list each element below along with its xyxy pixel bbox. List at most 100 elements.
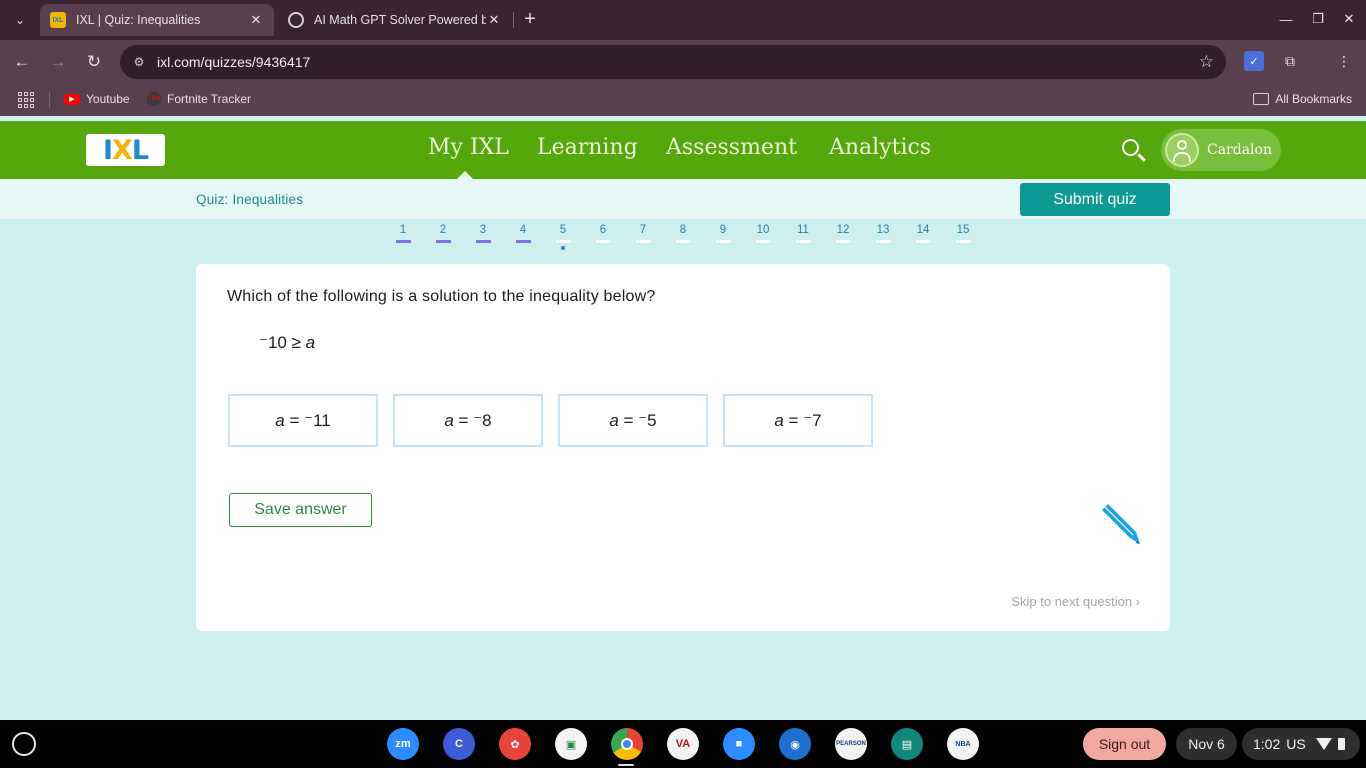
all-bookmarks[interactable]: All Bookmarks [1253, 92, 1352, 106]
question-progress-bar [915, 240, 931, 243]
c-app-icon[interactable]: C [443, 728, 475, 760]
question-progress-bar [515, 240, 531, 243]
quiz-title: Quiz: Inequalities [196, 192, 304, 207]
all-bookmarks-label: All Bookmarks [1275, 92, 1352, 106]
question-text: Which of the following is a solution to … [227, 288, 656, 305]
question-progress-bar [555, 240, 571, 243]
question-number-label: 10 [756, 224, 770, 236]
reload-icon[interactable]: ↻ [83, 51, 105, 73]
option-value: = ⁻7 [783, 410, 822, 430]
question-number-10[interactable]: 10 [743, 224, 783, 243]
extensions-puzzle-icon[interactable]: ⧉ [1280, 51, 1300, 71]
tab-search-dropdown-icon[interactable]: ⌄ [6, 8, 34, 32]
answer-option-3[interactable]: a = ⁻5 [558, 394, 708, 447]
zoom-app-icon[interactable]: zm [387, 728, 419, 760]
question-number-13[interactable]: 13 [863, 224, 903, 243]
question-number-label: 14 [916, 224, 930, 236]
question-number-6[interactable]: 6 [583, 224, 623, 243]
date-display[interactable]: Nov 6 [1176, 728, 1237, 760]
answer-option-1[interactable]: a = ⁻11 [228, 394, 378, 447]
close-tab-icon[interactable]: ✕ [248, 12, 264, 28]
url-text[interactable]: ixl.com/quizzes/9436417 [157, 54, 310, 70]
site-settings-icon[interactable]: ⚙ [130, 53, 148, 71]
option-variable: a [275, 410, 285, 430]
status-area[interactable]: 1:02 US [1242, 728, 1360, 760]
ixl-logo[interactable]: IXL [86, 134, 165, 166]
submit-quiz-button[interactable]: Submit quiz [1020, 183, 1170, 216]
question-number-11[interactable]: 11 [783, 224, 823, 243]
paint-app-icon[interactable]: ✿ [499, 728, 531, 760]
bookmark-youtube[interactable]: ▶ Youtube [64, 92, 130, 106]
question-number-12[interactable]: 12 [823, 224, 863, 243]
question-progress-bar [955, 240, 971, 243]
question-number-label: 6 [599, 224, 607, 236]
back-arrow-icon[interactable]: ← [11, 51, 33, 73]
bookmark-star-icon[interactable]: ☆ [1199, 52, 1214, 72]
expression-left: ⁻10 ≥ [259, 333, 306, 352]
question-number-label: 3 [479, 224, 487, 236]
pearson-app-icon[interactable]: PEARSON [835, 728, 867, 760]
launcher-icon[interactable] [12, 732, 36, 756]
browser-toolbar: ← → ↻ ⚙ ixl.com/quizzes/9436417 ☆ ✓ ⧉ ⋮ [0, 40, 1366, 84]
bookmarks-bar: ▶ Youtube TRN Fortnite Tracker All Bookm… [0, 84, 1366, 116]
question-number-4[interactable]: 4 [503, 224, 543, 243]
system-shelf: zm C ✿ ▣ VA ■ ◉ PEARSON ▤ NBA Sign out N… [0, 720, 1366, 768]
more-menu-icon[interactable]: ⋮ [1334, 51, 1354, 71]
bookmarks-divider [49, 92, 50, 108]
pencil-icon[interactable] [1098, 502, 1142, 546]
question-number-7[interactable]: 7 [623, 224, 663, 243]
tab-title: AI Math GPT Solver Powered b [314, 13, 486, 27]
question-number-label: 12 [836, 224, 850, 236]
video-camera-app-icon[interactable]: ■ [723, 728, 755, 760]
news-app-icon[interactable]: ▤ [891, 728, 923, 760]
question-number-2[interactable]: 2 [423, 224, 463, 243]
question-number-14[interactable]: 14 [903, 224, 943, 243]
time-display: 1:02 [1253, 736, 1281, 752]
question-number-1[interactable]: 1 [383, 224, 423, 243]
maximize-icon[interactable]: ❐ [1307, 8, 1329, 30]
close-tab-icon[interactable]: ✕ [486, 12, 502, 28]
inequality-expression: ⁻10 ≥ a [259, 333, 315, 353]
chrome-app-icon[interactable] [611, 728, 643, 760]
extension-shield-icon[interactable]: ✓ [1244, 51, 1264, 71]
nba-app-icon[interactable]: NBA [947, 728, 979, 760]
current-question-dot [561, 246, 565, 250]
question-card: Which of the following is a solution to … [196, 264, 1170, 631]
question-number-8[interactable]: 8 [663, 224, 703, 243]
search-icon[interactable] [1120, 137, 1148, 165]
tab-ai-math[interactable]: AI Math GPT Solver Powered b ✕ [278, 4, 512, 36]
user-account-button[interactable]: Cardalon [1161, 129, 1281, 171]
active-nav-pointer [457, 171, 473, 179]
new-tab-plus-icon[interactable]: + [519, 8, 541, 30]
question-progress-bar [835, 240, 851, 243]
nav-learning[interactable]: Learning [537, 135, 638, 160]
close-window-icon[interactable]: ✕ [1338, 8, 1360, 30]
question-number-strip: 1 2 3 4 5 6 7 8 9 10 11 12 13 14 15 [383, 224, 983, 256]
chrome-active-indicator [618, 764, 634, 766]
camera-app-icon[interactable]: ◉ [779, 728, 811, 760]
question-progress-bar [755, 240, 771, 243]
apps-grid-icon[interactable] [18, 92, 34, 108]
option-value: = ⁻8 [453, 410, 492, 430]
bookmark-fortnite-tracker[interactable]: TRN Fortnite Tracker [147, 92, 251, 106]
question-number-5[interactable]: 5 [543, 224, 583, 250]
tab-ixl-quiz[interactable]: IXL IXL | Quiz: Inequalities ✕ [40, 4, 274, 36]
question-number-9[interactable]: 9 [703, 224, 743, 243]
nav-assessment[interactable]: Assessment [666, 135, 797, 160]
answer-option-4[interactable]: a = ⁻7 [723, 394, 873, 447]
minimize-icon[interactable]: — [1275, 8, 1297, 30]
va-app-icon[interactable]: VA [667, 728, 699, 760]
question-number-3[interactable]: 3 [463, 224, 503, 243]
address-bar[interactable]: ⚙ ixl.com/quizzes/9436417 ☆ [120, 45, 1226, 79]
classroom-app-icon[interactable]: ▣ [555, 728, 587, 760]
ixl-header: IXL My IXL Learning Assessment Analytics… [0, 121, 1366, 179]
nav-analytics[interactable]: Analytics [829, 135, 931, 160]
nav-my-ixl[interactable]: My IXL [428, 135, 509, 160]
skip-to-next-question-link[interactable]: Skip to next question › [1011, 594, 1140, 609]
save-answer-button[interactable]: Save answer [229, 493, 372, 527]
question-number-15[interactable]: 15 [943, 224, 983, 243]
wifi-icon [1315, 738, 1332, 750]
forward-arrow-icon[interactable]: → [47, 51, 69, 73]
answer-option-2[interactable]: a = ⁻8 [393, 394, 543, 447]
sign-out-button[interactable]: Sign out [1083, 728, 1166, 760]
